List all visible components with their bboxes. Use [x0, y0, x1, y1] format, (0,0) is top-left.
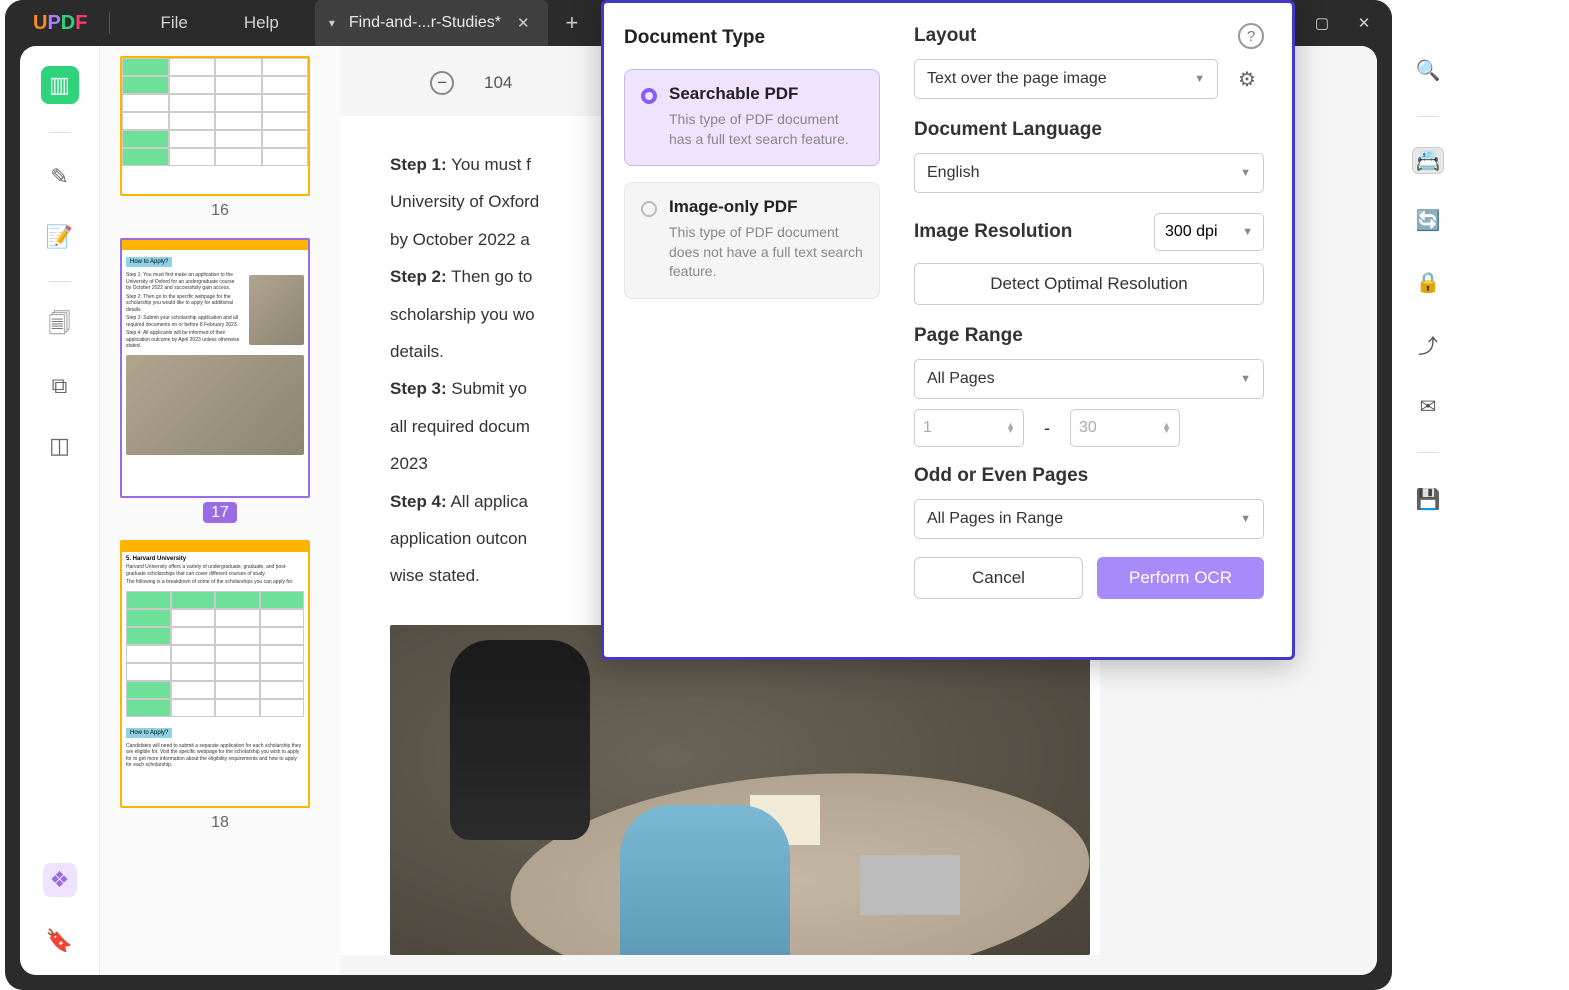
thumb-label-16: 16	[120, 202, 320, 220]
radio-unselected-icon	[641, 201, 657, 217]
option-image-only-pdf[interactable]: Image-only PDF This type of PDF document…	[624, 182, 880, 299]
language-select[interactable]: English▼	[914, 153, 1264, 193]
menu-help[interactable]: Help	[216, 13, 307, 33]
resolution-label: Image Resolution	[914, 221, 1072, 243]
layout-label: Layout	[914, 25, 1264, 47]
range-dash: -	[1044, 418, 1050, 439]
ocr-icon[interactable]: 📇	[1412, 147, 1444, 174]
page-range-select[interactable]: All Pages▼	[914, 359, 1264, 399]
odd-even-select[interactable]: All Pages in Range▼	[914, 499, 1264, 539]
close-window-icon[interactable]: ✕	[1350, 14, 1378, 32]
thumbnail-panel: 16 How to Apply? Step 1: You must first …	[100, 46, 340, 975]
thumbnail-page-16[interactable]	[120, 56, 310, 196]
bookmark-tool-icon[interactable]: 🔖	[44, 925, 76, 957]
resolution-select[interactable]: 300 dpi▼	[1154, 213, 1264, 251]
thumb-label-17: 17	[120, 504, 320, 522]
option-searchable-pdf[interactable]: Searchable PDF This type of PDF document…	[624, 69, 880, 166]
zoom-value: 104	[484, 73, 512, 93]
new-tab-button[interactable]: +	[548, 10, 597, 36]
thumbnail-page-17[interactable]: How to Apply? Step 1: You must first mak…	[120, 238, 310, 498]
radio-selected-icon	[641, 88, 657, 104]
tab-title: Find-and-...r-Studies*	[349, 14, 501, 32]
edit-tool-icon[interactable]: 📝	[44, 221, 76, 253]
ocr-dialog: Document Type Searchable PDF This type o…	[601, 0, 1295, 660]
detect-resolution-button[interactable]: Detect Optimal Resolution	[914, 263, 1264, 305]
document-tab[interactable]: ▾ Find-and-...r-Studies* ✕	[315, 0, 548, 46]
save-icon[interactable]: 💾	[1412, 483, 1444, 515]
email-icon[interactable]: ✉	[1412, 390, 1444, 422]
crop-tool-icon[interactable]: ⧉	[44, 370, 76, 402]
help-icon[interactable]: ?	[1238, 23, 1264, 49]
range-to-input[interactable]: 30▲▼	[1070, 409, 1180, 447]
app-logo: UPDF	[33, 12, 87, 35]
search-icon[interactable]: 🔍	[1412, 54, 1444, 86]
left-toolbar: ▥ ✎ 📝 🗐 ⧉ ◫ ❖ 🔖	[20, 46, 100, 975]
maximize-icon[interactable]: ▢	[1308, 14, 1336, 32]
range-from-input[interactable]: 1▲▼	[914, 409, 1024, 447]
close-tab-icon[interactable]: ✕	[515, 14, 532, 32]
compare-tool-icon[interactable]: ◫	[44, 430, 76, 462]
gear-icon[interactable]: ⚙	[1230, 62, 1264, 96]
thumbnails-tool-icon[interactable]: ▥	[41, 66, 79, 104]
doc-type-heading: Document Type	[624, 27, 880, 49]
odd-even-label: Odd or Even Pages	[914, 465, 1264, 487]
pages-tool-icon[interactable]: 🗐	[44, 310, 76, 342]
zoom-out-button[interactable]: −	[430, 71, 454, 95]
perform-ocr-button[interactable]: Perform OCR	[1097, 557, 1264, 599]
page-range-label: Page Range	[914, 325, 1264, 347]
document-image	[390, 625, 1090, 955]
tab-menu-icon[interactable]: ▾	[329, 16, 335, 30]
share-icon[interactable]: ⤴	[1412, 328, 1444, 360]
highlight-tool-icon[interactable]: ✎	[44, 161, 76, 193]
cancel-button[interactable]: Cancel	[914, 557, 1083, 599]
right-toolbar: 🔍 📇 🔄 🔒 ⤴ ✉ 💾	[1398, 54, 1458, 515]
layers-tool-icon[interactable]: ❖	[43, 863, 77, 897]
protect-icon[interactable]: 🔒	[1412, 266, 1444, 298]
convert-icon[interactable]: 🔄	[1412, 204, 1444, 236]
thumb-label-18: 18	[120, 814, 320, 832]
thumbnail-page-18[interactable]: 5. Harvard University Harvard University…	[120, 540, 310, 808]
language-label: Document Language	[914, 119, 1264, 141]
menu-file[interactable]: File	[132, 13, 215, 33]
layout-select[interactable]: Text over the page image▼	[914, 59, 1218, 99]
